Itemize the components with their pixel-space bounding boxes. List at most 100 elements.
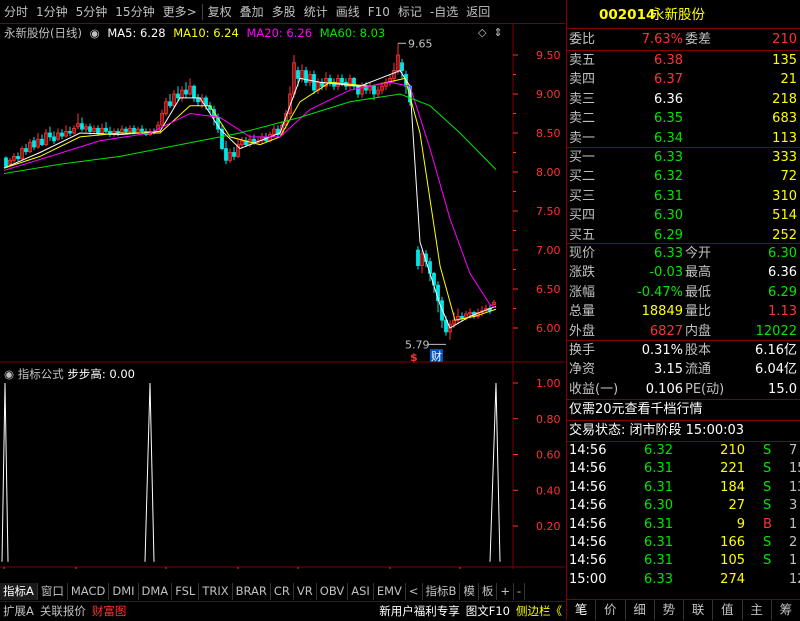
toolbar-item-9[interactable]: 画线 — [332, 0, 364, 24]
price-axis-label: 8.50 — [536, 127, 561, 140]
divider — [567, 28, 800, 29]
toolbar-item-8[interactable]: 统计 — [300, 0, 332, 24]
kline-chart-area[interactable]: 9.50 9.00 8.50 8.00 7.50 7.00 6.50 6.00 9.65 5.79… — [0, 24, 565, 569]
stat-row: 现价 6.33 今开 6.30 — [567, 244, 800, 263]
indicator-tab-1[interactable]: 窗口 — [38, 583, 68, 600]
fundamental-value: 0.106 — [645, 381, 683, 397]
toolbar-item-7[interactable]: 多股 — [268, 0, 300, 24]
toolbar-item-0[interactable]: 分时 — [0, 0, 32, 24]
quote-tab-6[interactable]: 主 — [743, 600, 772, 620]
chart-option-icons[interactable]: ◇ ⇕ — [478, 26, 503, 39]
tick-volume: 9 — [736, 516, 745, 532]
quote-tab-bar: 笔价细势联值主筹 — [567, 599, 800, 620]
indicator-tab-16[interactable]: 板 — [479, 583, 498, 600]
indicator-tab-11[interactable]: ASI — [348, 583, 374, 600]
indicator-tab-2[interactable]: MACD — [68, 583, 110, 600]
quote-tab-5[interactable]: 值 — [713, 600, 743, 620]
ma5-value: MA5: 6.28 — [107, 26, 166, 40]
stat-label: 今开 — [685, 246, 712, 261]
toolbar-item-2[interactable]: 5分钟 — [72, 0, 112, 24]
toolbar-item-12[interactable]: -自选 — [426, 0, 462, 24]
candle-body — [328, 78, 332, 83]
indicator-tab-0[interactable]: 指标A — [0, 583, 38, 600]
bid-row[interactable]: 买二 6.32 72 — [567, 167, 800, 186]
indicator-tab-6[interactable]: TRIX — [199, 583, 233, 600]
order-diff-value: 210 — [772, 32, 797, 47]
tick-direction: S — [763, 553, 772, 569]
stat-label: 涨跌 — [569, 265, 596, 281]
indicator-tab-10[interactable]: OBV — [317, 583, 349, 600]
ask-row[interactable]: 卖四 6.37 21 — [567, 70, 800, 89]
indicator-settings-icon[interactable]: ◉ — [4, 367, 14, 381]
quote-tab-2[interactable]: 细 — [626, 600, 655, 620]
toolbar-item-6[interactable]: 叠加 — [236, 0, 268, 24]
bid-row[interactable]: 买三 6.31 310 — [567, 187, 800, 206]
status-left-0[interactable]: 扩展A — [0, 602, 37, 621]
candle-body — [304, 70, 308, 83]
quote-tab-1[interactable]: 价 — [596, 600, 626, 620]
tick-time: 14:56 — [569, 535, 607, 550]
tick-time: 14:56 — [569, 461, 607, 477]
indicator-tab-14[interactable]: 指标B — [423, 583, 461, 600]
indicator-tab-4[interactable]: DMA — [139, 583, 173, 600]
tick-row: 14:56 6.30 27 S 3 — [567, 497, 800, 515]
promo-link[interactable]: 仅需20元查看千档行情 — [569, 400, 703, 419]
toolbar-item-1[interactable]: 1分钟 — [32, 0, 72, 24]
indicator-tab-15[interactable]: 模 — [460, 583, 479, 600]
indicator-tab-5[interactable]: FSL — [172, 583, 200, 600]
ask-label: 卖三 — [569, 91, 596, 107]
tick-count: 3 — [789, 498, 798, 514]
status-left-2[interactable]: 财富图 — [89, 602, 130, 621]
toolbar-item-5[interactable]: 复权 — [204, 0, 236, 24]
ask-volume: 21 — [780, 72, 797, 88]
quote-tab-4[interactable]: 联 — [684, 600, 714, 620]
quote-tab-0[interactable]: 笔 — [567, 600, 597, 620]
tick-direction: B — [763, 516, 772, 532]
status-left-1[interactable]: 关联报价 — [37, 602, 89, 621]
indicator-tab-3[interactable]: DMI — [109, 583, 139, 600]
status-right-1[interactable]: 图文F10 — [463, 602, 513, 621]
tick-time: 14:56 — [569, 498, 607, 514]
status-right-2[interactable]: 侧边栏《 — [513, 602, 565, 621]
bid-volume: 514 — [772, 208, 797, 224]
bid-price: 6.31 — [654, 188, 683, 204]
quote-tab-3[interactable]: 势 — [655, 600, 684, 620]
ask-row[interactable]: 卖五 6.38 135 — [567, 51, 800, 70]
ask-volume: 683 — [772, 111, 797, 127]
toolbar-item-3[interactable]: 15分钟 — [111, 0, 158, 24]
quote-tab-7[interactable]: 筹 — [772, 600, 800, 620]
toolbar-item-4[interactable]: 更多> — [159, 0, 201, 24]
indicator-tab-7[interactable]: BRAR — [233, 583, 271, 600]
fundamental-label: PE(动) — [685, 381, 725, 397]
toolbar-item-10[interactable]: F10 — [364, 0, 394, 24]
indicator-tab-8[interactable]: CR — [271, 583, 294, 600]
kline-chart-svg[interactable]: 9.50 9.00 8.50 8.00 7.50 7.00 6.50 6.00 9.65 5.79… — [0, 24, 565, 569]
order-ratio-label: 委比 — [569, 32, 596, 47]
tick-row: 14:56 6.31 184 S 13 — [567, 479, 800, 497]
promo-row[interactable]: 仅需20元查看千档行情 — [567, 400, 800, 419]
candle-body — [296, 70, 300, 79]
tick-price: 6.33 — [644, 571, 673, 587]
stat-value: 6.30 — [768, 246, 797, 261]
tick-row: 14:56 6.31 166 S 2 — [567, 534, 800, 552]
indicator-tab-9[interactable]: VR — [294, 583, 317, 600]
status-right-0[interactable]: 新用户福利专享 — [376, 602, 463, 621]
bid-row[interactable]: 买四 6.30 514 — [567, 206, 800, 225]
toolbar-item-11[interactable]: 标记 — [394, 0, 426, 24]
bid-row[interactable]: 买一 6.33 333 — [567, 148, 800, 167]
indicator-tab-17[interactable]: + — [497, 583, 515, 600]
ask-row[interactable]: 卖二 6.35 683 — [567, 109, 800, 128]
fundamental-label: 收益(一) — [569, 381, 619, 397]
price-axis-label: 6.00 — [536, 322, 561, 335]
ask-row[interactable]: 卖一 6.34 113 — [567, 129, 800, 148]
settings-icon[interactable]: ◉ — [90, 26, 100, 40]
stat-row: 外盘 6827 内盘 12022 — [567, 322, 800, 341]
fundamental-label: 流通 — [685, 362, 712, 378]
toolbar-item-13[interactable]: 返回 — [462, 0, 494, 24]
indicator-tab-12[interactable]: EMV — [374, 583, 406, 600]
indicator-tab-13[interactable]: < — [406, 583, 423, 600]
ask-row[interactable]: 卖三 6.36 218 — [567, 90, 800, 109]
indicator-name: 指标公式 — [17, 367, 64, 381]
indicator-tab-18[interactable]: - — [514, 583, 526, 600]
fundamental-row: 收益(一) 0.106 PE(动) 15.0 — [567, 380, 800, 399]
